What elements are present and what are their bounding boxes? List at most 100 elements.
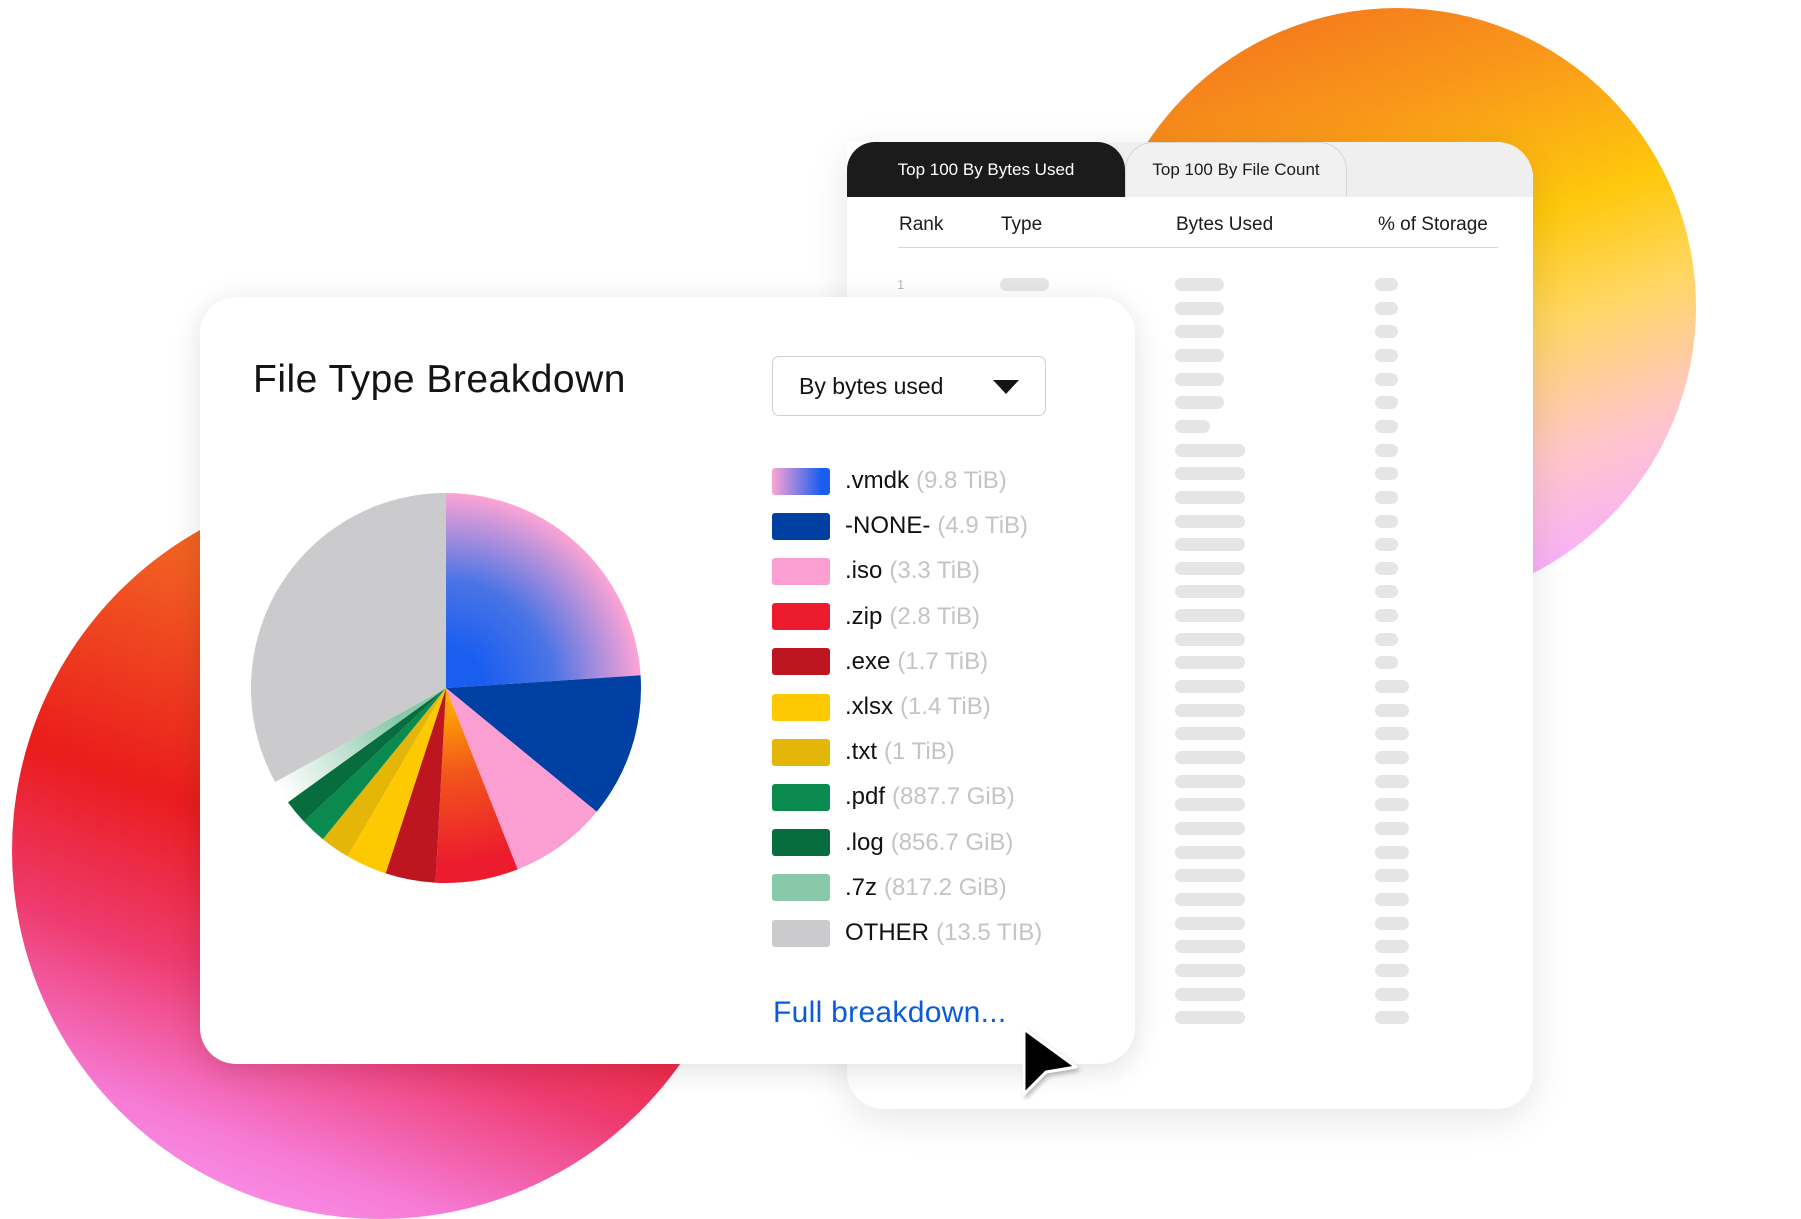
bytes-used-cell-skeleton	[1175, 396, 1224, 410]
bytes-used-cell-skeleton	[1175, 443, 1245, 457]
percent-cell-skeleton	[1375, 561, 1398, 575]
percent-cell-skeleton	[1375, 845, 1409, 859]
legend-label: OTHER	[845, 919, 929, 946]
bytes-used-cell-skeleton	[1175, 703, 1245, 717]
bytes-used-cell-skeleton	[1175, 348, 1224, 362]
percent-cell-skeleton	[1375, 609, 1398, 623]
percent-cell-skeleton	[1375, 821, 1409, 835]
type-cell-skeleton	[1000, 278, 1049, 291]
legend-item[interactable]: .xlsx (1.4 TiB)	[772, 692, 991, 722]
column-header-bytes-used[interactable]: Bytes Used	[1176, 214, 1273, 236]
legend-item[interactable]: .vmdk (9.8 TiB)	[772, 466, 1007, 496]
legend-swatch	[772, 693, 830, 721]
bytes-used-cell-skeleton	[1175, 301, 1224, 315]
bytes-used-cell-skeleton	[1175, 372, 1224, 386]
legend-size: (887.7 GiB)	[892, 783, 1015, 811]
dropdown-selected-value: By bytes used	[799, 372, 944, 399]
legend-label: .7z	[845, 873, 878, 901]
triangle-down-icon	[993, 380, 1019, 394]
legend-label: -NONE-	[845, 512, 931, 540]
percent-cell-skeleton	[1375, 490, 1398, 504]
legend-item[interactable]: .7z (817.2 GiB)	[772, 873, 1007, 903]
rank-cell: 1	[897, 277, 905, 292]
bytes-used-cell-skeleton	[1175, 845, 1245, 859]
percent-cell-skeleton	[1375, 301, 1398, 315]
bytes-used-cell-skeleton	[1175, 538, 1245, 552]
legend-size: (13.5 TIB)	[936, 919, 1043, 946]
percent-cell-skeleton	[1375, 632, 1398, 646]
percent-cell-skeleton	[1375, 774, 1409, 788]
percent-cell-skeleton	[1375, 751, 1409, 764]
percent-cell-skeleton	[1375, 443, 1398, 457]
legend-swatch	[772, 738, 830, 766]
column-header-rank[interactable]: Rank	[899, 214, 943, 236]
mouse-pointer-icon	[1022, 1027, 1078, 1096]
bytes-used-cell-skeleton	[1175, 419, 1210, 433]
bytes-used-cell-skeleton	[1175, 609, 1245, 623]
bytes-used-cell-skeleton	[1175, 774, 1245, 788]
legend-label: .log	[845, 828, 884, 856]
legend-label: .iso	[845, 557, 883, 585]
bytes-used-cell-skeleton	[1175, 987, 1245, 1001]
bytes-used-cell-skeleton	[1175, 798, 1245, 812]
percent-cell-skeleton	[1375, 514, 1398, 528]
bytes-used-cell-skeleton	[1175, 490, 1245, 504]
legend-size: (4.9 TiB)	[937, 512, 1029, 540]
percent-cell-skeleton	[1375, 892, 1409, 906]
legend-item[interactable]: .txt (1 TiB)	[772, 737, 955, 767]
legend-swatch	[772, 648, 830, 676]
percent-cell-skeleton	[1375, 1011, 1409, 1025]
legend-item[interactable]: .iso (3.3 TiB)	[772, 556, 980, 586]
percent-cell-skeleton	[1375, 798, 1409, 812]
bytes-used-cell-skeleton	[1175, 916, 1245, 930]
legend-size: (3.3 TiB)	[889, 557, 981, 585]
legend-size: (817.2 GiB)	[884, 873, 1007, 901]
legend-size: (856.7 GiB)	[890, 828, 1014, 856]
legend-size: (1.4 TiB)	[900, 693, 991, 720]
percent-cell-skeleton	[1375, 869, 1409, 883]
percent-cell-skeleton	[1375, 656, 1398, 670]
legend-swatch	[772, 467, 830, 495]
percent-cell-skeleton	[1375, 467, 1398, 481]
percent-cell-skeleton	[1375, 703, 1409, 717]
tab-top-100-by-bytes-used[interactable]: Top 100 By Bytes Used	[847, 142, 1125, 197]
legend-label: .zip	[845, 602, 883, 630]
legend-size: (2.8 TiB)	[889, 602, 981, 630]
legend-swatch	[772, 874, 830, 902]
legend-size: (1 TiB)	[884, 738, 955, 766]
tab-top-100-by-file-count[interactable]: Top 100 By File Count	[1125, 142, 1347, 197]
legend-item[interactable]: .exe (1.7 TiB)	[772, 647, 988, 677]
legend-swatch	[772, 603, 830, 631]
full-breakdown-link[interactable]: Full breakdown...	[773, 996, 1007, 1030]
legend-item[interactable]: .zip (2.8 TiB)	[772, 602, 980, 632]
column-header-percent-of-storage[interactable]: % of Storage	[1378, 214, 1488, 236]
bytes-used-cell-skeleton	[1175, 751, 1245, 764]
percent-cell-skeleton	[1375, 396, 1398, 410]
legend-size: (1.7 TiB)	[897, 647, 989, 675]
card-title: File Type Breakdown	[253, 358, 626, 401]
column-header-type[interactable]: Type	[1001, 214, 1042, 236]
percent-cell-skeleton	[1375, 987, 1409, 1001]
bytes-used-cell-skeleton	[1175, 325, 1224, 339]
bytes-used-cell-skeleton	[1175, 963, 1245, 977]
bytes-used-cell-skeleton	[1175, 656, 1245, 670]
legend-item[interactable]: .log (856.7 GiB)	[772, 828, 1013, 858]
legend-item[interactable]: .pdf (887.7 GiB)	[772, 782, 1015, 812]
pie-slice-vmdk[interactable]	[446, 493, 641, 688]
percent-cell-skeleton	[1375, 585, 1398, 599]
bytes-used-cell-skeleton	[1175, 278, 1224, 291]
percent-cell-skeleton	[1375, 963, 1409, 977]
percent-cell-skeleton	[1375, 916, 1409, 930]
bytes-used-cell-skeleton	[1175, 632, 1245, 646]
legend-label: .vmdk	[845, 467, 910, 494]
legend-swatch	[772, 829, 830, 857]
legend-swatch	[772, 557, 830, 585]
legend-item[interactable]: -NONE- (4.9 TiB)	[772, 511, 1028, 541]
bytes-used-cell-skeleton	[1175, 869, 1245, 883]
metric-dropdown[interactable]: By bytes used	[772, 356, 1046, 416]
pie-chart	[251, 493, 641, 883]
legend-item[interactable]: OTHER (13.5 TIB)	[772, 918, 1042, 948]
percent-cell-skeleton	[1375, 940, 1409, 954]
bytes-used-cell-skeleton	[1175, 821, 1245, 835]
percent-cell-skeleton	[1375, 372, 1398, 386]
